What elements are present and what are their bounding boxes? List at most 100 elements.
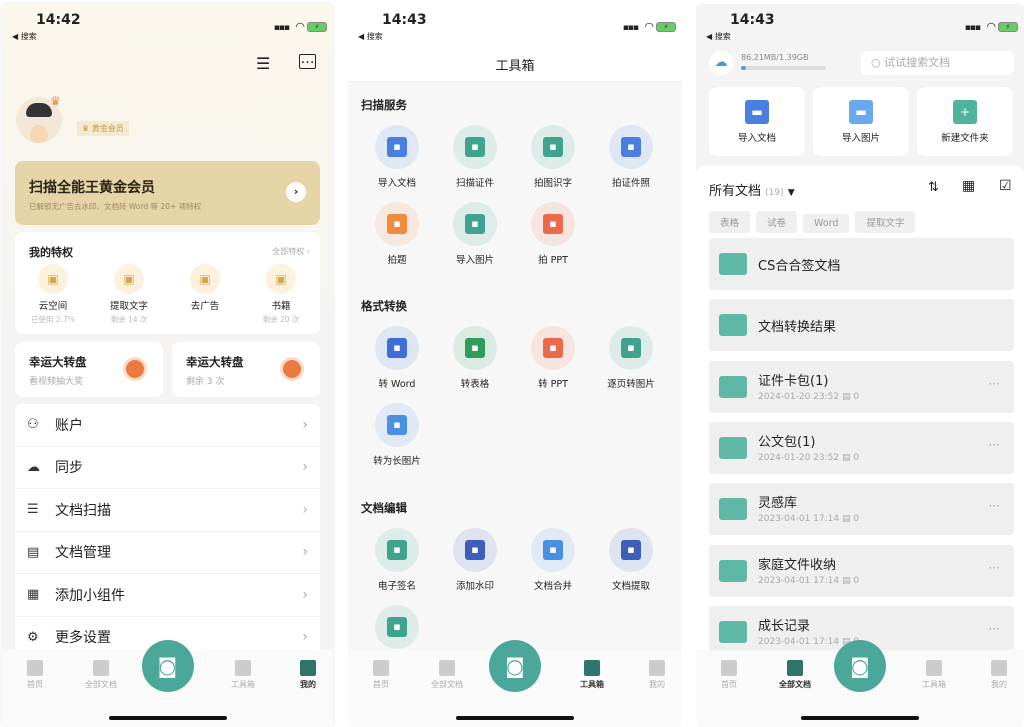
more-icon[interactable]: ··· [989,377,1000,391]
tool-0-0[interactable]: ▪ 导入文档 [358,125,436,189]
more-icon[interactable]: ··· [989,499,1000,513]
folder-meta: 2023-04-01 17:14 ▤ 0 [758,576,859,586]
documents-icon [93,660,109,676]
tool-0-5[interactable]: ▪ 导入图片 [436,202,514,266]
folder-item[interactable]: 文档转换结果 [709,299,1014,352]
folder-date: 2023-04-01 17:14 [758,514,840,525]
tab-label: 首页 [373,680,389,689]
menu-item-2[interactable]: ☁ 同步 › [15,447,320,489]
menu-label: 同步 [55,460,83,477]
tool-icon: ▪ [375,125,419,169]
privilege-3[interactable]: ▣ 去广告 [167,264,243,314]
documents-icon [439,660,455,676]
tool-2-3[interactable]: ▪ 文档提取 [592,528,670,592]
settings-menu: ⚇ 账户 › ☁ 同步 › ☰ 文档扫描 › ▤ 文档管理 › ▦ 添加小组件 › ⚙ 更多设置 › [15,404,320,659]
tab-toolbox[interactable]: 工具箱 [909,660,959,690]
tab-profile[interactable]: 我的 [632,660,682,690]
folder-item[interactable]: 家庭文件收纳 2023-04-01 17:14 ▤ 0 ··· [709,544,1014,597]
tool-label: 扫描证件 [455,178,494,189]
tab-profile[interactable]: 我的 [283,660,333,690]
tab-documents[interactable]: 全部文档 [770,660,820,690]
document-icon: ▤ [27,544,40,560]
back-to-search[interactable]: ◀ 搜索 [12,31,37,42]
tool-label: 文档提取 [611,581,650,592]
tool-1-2[interactable]: ▪ 转 PPT [514,326,592,390]
privilege-1[interactable]: ▣ 云空间 已使用 2.7% [15,264,91,325]
all-privileges-link[interactable]: 全部特权 › [272,246,310,257]
scan-icon[interactable]: ☰ [256,54,270,73]
doc-count-icon: ▤ [839,514,854,525]
signal-icon: ▪▪▪ [273,23,290,33]
tool-2-0[interactable]: ▪ 电子签名 [358,528,436,592]
tab-profile[interactable]: 我的 [974,660,1024,690]
camera-button[interactable]: ◙ [141,640,194,692]
tool-2-1[interactable]: ▪ 添加水印 [436,528,514,592]
filter-chip[interactable]: 表格 [709,211,751,233]
more-icon[interactable]: ··· [989,622,1000,636]
menu-item-4[interactable]: ▤ 文档管理 › [15,532,320,574]
tool-1-4[interactable]: ▪ 转为长图片 [358,403,436,467]
chevron-right-icon[interactable]: › [286,182,306,202]
lucky-wheel-card[interactable]: 幸运大转盘 看视频抽大奖 [15,342,163,397]
more-icon[interactable]: ··· [989,438,1000,452]
tool-icon: ▪ [375,202,419,246]
tool-1-0[interactable]: ▪ 转 Word [358,326,436,390]
menu-item-5[interactable]: ▦ 添加小组件 › [15,574,320,617]
quick-new-folder[interactable]: + 新建文件夹 [917,87,1013,156]
message-icon[interactable]: … [299,52,316,69]
quick-import-image[interactable]: ▬ 导入图片 [813,87,909,156]
tab-home[interactable]: 首页 [704,660,754,690]
tool-1-3[interactable]: ▪ 逐页转图片 [592,326,670,390]
cloud-icon[interactable]: ☁ [709,51,733,75]
tool-0-4[interactable]: ▪ 拍题 [358,202,436,266]
grid-view-icon[interactable]: ▦ [962,178,975,194]
chevron-right-icon: › [302,459,308,476]
sort-icon[interactable]: ⇅ [928,180,939,195]
tab-documents[interactable]: 全部文档 [76,660,126,690]
tool-2-2[interactable]: ▪ 文档合并 [514,528,592,592]
tab-home[interactable]: 首页 [356,660,406,690]
tool-0-2[interactable]: ▪ 拍图识字 [514,125,592,189]
tool-label: 转 Word [378,379,416,390]
tool-0-6[interactable]: ▪ 拍 PPT [514,202,592,266]
tool-2-4[interactable]: ▪ [358,605,436,655]
privilege-4[interactable]: ▣ 书籍 剩余 20 次 [243,264,319,325]
folder-item[interactable]: 证件卡包(1) 2024-01-20 23:52 ▤ 0 ··· [709,360,1014,413]
vip-card[interactable]: 扫描全能王黄金会员 已解锁无广告去水印、文档转 Word 等 20+ 项特权 › [15,161,320,225]
quick-import-document[interactable]: ▬ 导入文档 [709,87,805,156]
folder-item[interactable]: 灵感库 2023-04-01 17:14 ▤ 0 ··· [709,483,1014,536]
tool-1-1[interactable]: ▪ 转表格 [436,326,514,390]
camera-button[interactable]: ◙ [834,640,886,692]
folder-item[interactable]: 公文包(1) 2024-01-20 23:52 ▤ 0 ··· [709,421,1014,474]
tool-0-3[interactable]: ▪ 拍证件照 [592,125,670,189]
tab-toolbox[interactable]: 工具箱 [218,660,268,690]
battery-icon: ⚡ [998,22,1018,32]
folder-name: 证件卡包(1) [758,373,829,389]
lucky-wheel-card[interactable]: 幸运大转盘 剩余 3 次 [172,342,320,397]
tab-label: 工具箱 [922,680,946,689]
tool-0-1[interactable]: ▪ 扫描证件 [436,125,514,189]
filter-chip[interactable]: Word [803,214,850,233]
list-title[interactable]: 所有文档 (19) ▼ [709,180,795,199]
camera-button[interactable]: ◙ [489,640,541,692]
multi-select-icon[interactable]: ☑ [999,178,1012,194]
menu-item-1[interactable]: ⚇ 账户 › [15,404,320,447]
privilege-2[interactable]: ▣ 提取文字 剩余 14 次 [91,264,167,325]
book-icon: ▣ [266,264,296,294]
home-icon [721,660,737,676]
more-icon[interactable]: ··· [989,561,1000,575]
search-input[interactable]: ○ 试试搜索文档 [861,51,1014,75]
home-icon [27,660,43,676]
tab-documents[interactable]: 全部文档 [422,660,472,690]
folder-item[interactable]: CS合合签文档 [709,238,1014,290]
menu-item-3[interactable]: ☰ 文档扫描 › [15,489,320,532]
folder-name: 家庭文件收纳 [758,557,837,573]
filter-chip[interactable]: 提取文字 [855,211,916,233]
back-to-search[interactable]: ◀ 搜索 [358,31,383,42]
tab-home[interactable]: 首页 [10,660,60,690]
bottom-nav: 首页 全部文档 工具箱 我的 ◙ [696,640,1024,727]
tab-toolbox[interactable]: 工具箱 [567,660,617,690]
section-title: 文档编辑 [361,501,407,515]
filter-chip[interactable]: 试卷 [756,211,798,233]
back-to-search[interactable]: ◀ 搜索 [706,31,731,42]
